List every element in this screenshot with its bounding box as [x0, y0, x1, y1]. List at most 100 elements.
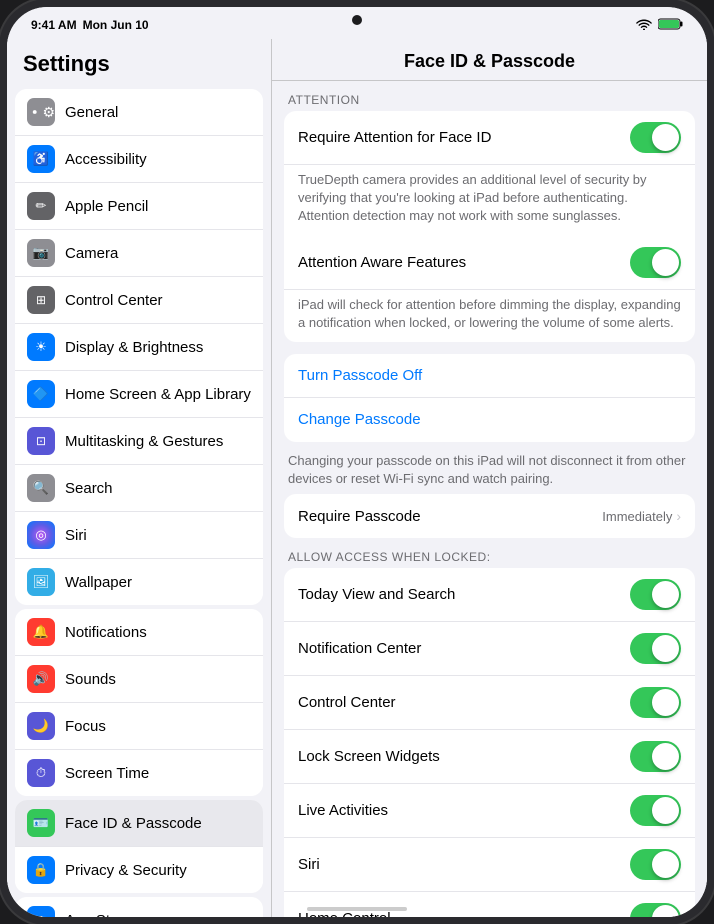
sidebar-item-face-id[interactable]: 🪪 Face ID & Passcode [15, 800, 263, 847]
sidebar-group-notifications: 🔔 Notifications 🔊 Sounds 🌙 Focus [15, 609, 263, 796]
sidebar-item-app-store-label: App Store [65, 912, 251, 918]
allow-access-section: ALLOW ACCESS WHEN LOCKED: Today View and… [284, 550, 695, 917]
sidebar-item-wallpaper-label: Wallpaper [65, 574, 251, 591]
sidebar-item-search-label: Search [65, 480, 251, 497]
battery-icon [658, 18, 683, 33]
passcode-links-card: Turn Passcode Off Change Passcode [284, 354, 695, 442]
main-layout: Settings ⚙ General ♿ Accessibility [7, 39, 707, 917]
require-passcode-chevron: › [676, 508, 681, 524]
today-view-label: Today View and Search [298, 586, 630, 603]
sidebar-item-notifications-label: Notifications [65, 624, 251, 641]
sidebar-item-app-store[interactable]: A App Store [15, 897, 263, 917]
live-activities-label: Live Activities [298, 802, 630, 819]
sidebar-item-sounds-label: Sounds [65, 671, 251, 688]
require-attention-desc: TrueDepth camera provides an additional … [284, 165, 695, 236]
sidebar-item-screen-time[interactable]: ⏱ Screen Time [15, 750, 263, 796]
sidebar-item-camera-label: Camera [65, 245, 251, 262]
search-icon: 🔍 [27, 474, 55, 502]
attention-aware-desc: iPad will check for attention before dim… [284, 290, 695, 342]
require-attention-toggle[interactable] [630, 122, 681, 153]
sidebar-item-display[interactable]: ☀ Display & Brightness [15, 324, 263, 371]
lock-screen-widgets-row: Lock Screen Widgets [284, 730, 695, 784]
sidebar-item-home-screen-label: Home Screen & App Library [65, 386, 251, 403]
control-center-toggle[interactable] [630, 687, 681, 718]
focus-icon: 🌙 [27, 712, 55, 740]
sidebar-group-security: 🪪 Face ID & Passcode 🔒 Privacy & Securit… [15, 800, 263, 893]
sidebar-title: Settings [7, 39, 271, 85]
sidebar-item-general-label: General [65, 104, 251, 121]
wallpaper-icon: 🖼 [27, 568, 55, 596]
sidebar-item-sounds[interactable]: 🔊 Sounds [15, 656, 263, 703]
require-attention-row: Require Attention for Face ID [284, 111, 695, 165]
app-store-icon: A [27, 906, 55, 917]
sidebar-item-focus[interactable]: 🌙 Focus [15, 703, 263, 750]
control-center-icon: ⊞ [27, 286, 55, 314]
siri-label: Siri [298, 856, 630, 873]
turn-passcode-off-row[interactable]: Turn Passcode Off [284, 354, 695, 398]
sidebar-item-privacy[interactable]: 🔒 Privacy & Security [15, 847, 263, 893]
siri-toggle[interactable] [630, 849, 681, 880]
sidebar-item-face-id-label: Face ID & Passcode [65, 815, 251, 832]
live-activities-row: Live Activities [284, 784, 695, 838]
sidebar-item-siri[interactable]: ◎ Siri [15, 512, 263, 559]
sounds-icon: 🔊 [27, 665, 55, 693]
sidebar-item-wallpaper[interactable]: 🖼 Wallpaper [15, 559, 263, 605]
content-title: Face ID & Passcode [272, 39, 707, 81]
lock-screen-widgets-toggle[interactable] [630, 741, 681, 772]
sidebar: Settings ⚙ General ♿ Accessibility [7, 39, 272, 917]
sidebar-item-search[interactable]: 🔍 Search [15, 465, 263, 512]
multitasking-icon: ⊡ [27, 427, 55, 455]
require-passcode-row[interactable]: Require Passcode Immediately › [284, 494, 695, 538]
sidebar-item-display-label: Display & Brightness [65, 339, 251, 356]
home-control-toggle[interactable] [630, 903, 681, 917]
control-center-row: Control Center [284, 676, 695, 730]
sidebar-item-apple-pencil[interactable]: ✏ Apple Pencil [15, 183, 263, 230]
sidebar-item-general[interactable]: ⚙ General [15, 89, 263, 136]
change-passcode-label: Change Passcode [298, 411, 421, 428]
date: Mon Jun 10 [83, 18, 149, 32]
home-indicator [307, 907, 407, 911]
today-view-row: Today View and Search [284, 568, 695, 622]
notification-center-toggle[interactable] [630, 633, 681, 664]
siri-row: Siri [284, 838, 695, 892]
notification-center-label: Notification Center [298, 640, 630, 657]
sidebar-item-accessibility-label: Accessibility [65, 151, 251, 168]
today-view-toggle[interactable] [630, 579, 681, 610]
sidebar-item-siri-label: Siri [65, 527, 251, 544]
allow-access-label: ALLOW ACCESS WHEN LOCKED: [284, 550, 695, 568]
sidebar-item-home-screen[interactable]: 🔷 Home Screen & App Library [15, 371, 263, 418]
time: 9:41 AM [31, 18, 77, 32]
live-activities-toggle[interactable] [630, 795, 681, 826]
general-icon: ⚙ [27, 98, 55, 126]
allow-access-card: Today View and Search Notification Cente… [284, 568, 695, 917]
attention-section-label: ATTENTION [284, 93, 695, 111]
apple-pencil-icon: ✏ [27, 192, 55, 220]
attention-aware-label: Attention Aware Features [298, 254, 630, 271]
sidebar-item-notifications[interactable]: 🔔 Notifications [15, 609, 263, 656]
sidebar-item-multitasking[interactable]: ⊡ Multitasking & Gestures [15, 418, 263, 465]
turn-passcode-off-label: Turn Passcode Off [298, 367, 422, 384]
camera-dot [352, 15, 362, 25]
require-passcode-value: Immediately [602, 509, 672, 524]
notification-center-row: Notification Center [284, 622, 695, 676]
control-center-label: Control Center [298, 694, 630, 711]
sidebar-item-accessibility[interactable]: ♿ Accessibility [15, 136, 263, 183]
display-icon: ☀ [27, 333, 55, 361]
camera-icon: 📷 [27, 239, 55, 267]
sidebar-item-camera[interactable]: 📷 Camera [15, 230, 263, 277]
content-area: Face ID & Passcode ATTENTION Require Att… [272, 39, 707, 917]
sidebar-item-control-center-label: Control Center [65, 292, 251, 309]
attention-card: Require Attention for Face ID TrueDepth … [284, 111, 695, 342]
passcode-desc: Changing your passcode on this iPad will… [284, 446, 695, 494]
face-id-icon: 🪪 [27, 809, 55, 837]
sidebar-item-control-center[interactable]: ⊞ Control Center [15, 277, 263, 324]
siri-icon: ◎ [27, 521, 55, 549]
require-attention-knob [652, 124, 679, 151]
change-passcode-row[interactable]: Change Passcode [284, 398, 695, 442]
passcode-section: Turn Passcode Off Change Passcode Changi… [284, 354, 695, 538]
status-bar-right [636, 18, 683, 33]
sidebar-item-multitasking-label: Multitasking & Gestures [65, 433, 251, 450]
attention-aware-toggle[interactable] [630, 247, 681, 278]
sidebar-group-system: ⚙ General ♿ Accessibility ✏ Apple Pencil [15, 89, 263, 605]
wifi-icon [636, 18, 652, 33]
